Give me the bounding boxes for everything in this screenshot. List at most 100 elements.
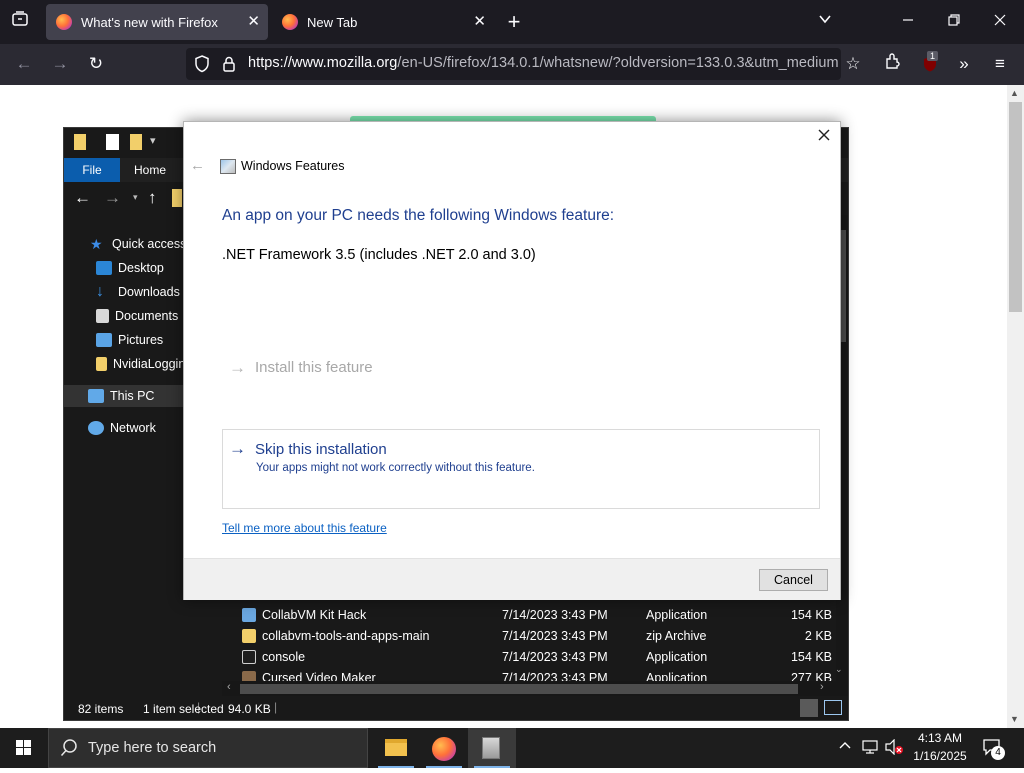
table-row[interactable]: CollabVM Kit Hack 7/14/2023 3:43 PM Appl…	[222, 605, 834, 625]
properties-icon[interactable]	[106, 134, 119, 150]
file-name: CollabVM Kit Hack	[262, 608, 367, 622]
details-view-icon[interactable]	[800, 699, 818, 717]
tab-title: What's new with Firefox	[81, 14, 218, 30]
close-tab-icon[interactable]: ✕	[247, 12, 260, 30]
minimize-button[interactable]	[896, 10, 920, 34]
cancel-button[interactable]: Cancel	[759, 569, 828, 591]
feature-name: .NET Framework 3.5 (includes .NET 2.0 an…	[222, 247, 536, 263]
sidebar-item-label: Pictures	[118, 333, 164, 347]
skip-installation-description: Your apps might not work correctly witho…	[256, 462, 535, 474]
overflow-chevrons-icon[interactable]: »	[952, 52, 976, 76]
table-row[interactable]: collabvm-tools-and-apps-main 7/14/2023 3…	[222, 626, 834, 646]
dialog-close-button[interactable]	[815, 126, 833, 149]
up-icon[interactable]: ↑	[148, 188, 157, 208]
notification-count-badge: 4	[991, 746, 1005, 760]
sidebar-item-label: Documents	[115, 309, 179, 323]
selected-count: 1 item selected	[143, 702, 224, 716]
dialog-heading: An app on your PC needs the following Wi…	[222, 207, 615, 224]
file-type: Application	[646, 671, 708, 681]
ribbon-tab-home[interactable]: Home	[122, 158, 178, 182]
explorer-back-icon[interactable]: ←	[74, 188, 91, 208]
download-icon: ↓	[96, 283, 104, 300]
new-tab-button[interactable]: +	[502, 10, 526, 34]
restore-button[interactable]	[942, 10, 966, 34]
skip-arrow-icon: →	[229, 439, 246, 458]
folder-icon	[96, 357, 107, 371]
tracking-shield-icon[interactable]	[194, 55, 210, 78]
volume-muted-icon[interactable]	[884, 738, 904, 760]
qat-dropdown-icon[interactable]: ▾	[150, 134, 156, 147]
new-folder-icon[interactable]	[130, 134, 142, 150]
taskbar-file-explorer[interactable]	[372, 728, 420, 768]
forward-icon[interactable]: →	[48, 52, 72, 76]
clock-time[interactable]: 4:13 AM	[912, 731, 968, 745]
reload-icon[interactable]: ↻	[84, 52, 108, 76]
url-host: https://www.mozilla.org	[248, 55, 398, 71]
horizontal-scrollbar-thumb[interactable]	[240, 684, 798, 694]
quick-access-toolbar: ▾	[72, 134, 172, 152]
tab-whats-new[interactable]: What's new with Firefox ✕	[46, 4, 268, 40]
search-placeholder: Type here to search	[88, 740, 217, 756]
tab-list-icon[interactable]	[8, 10, 32, 34]
scroll-down-icon[interactable]: ⌄	[835, 664, 843, 675]
start-button[interactable]	[0, 728, 48, 768]
file-size: 154 KB	[790, 650, 832, 664]
recent-dropdown-icon[interactable]: ▾	[133, 192, 138, 203]
ublock-badge: 1	[927, 51, 939, 61]
taskbar-firefox[interactable]	[420, 728, 468, 768]
file-explorer-icon	[385, 739, 407, 756]
status-divider: |	[274, 700, 278, 714]
application-icon	[242, 671, 256, 681]
windows-features-app-icon	[482, 737, 500, 759]
tab-title: New Tab	[307, 14, 358, 30]
desktop-icon	[96, 261, 112, 275]
file-list: CollabVM Kit Hack 7/14/2023 3:43 PM Appl…	[222, 600, 848, 686]
explorer-forward-icon[interactable]: →	[104, 188, 121, 208]
sidebar-item-label: Quick access	[112, 237, 187, 251]
table-row[interactable]: Cursed Video Maker 7/14/2023 3:43 PM App…	[222, 668, 834, 681]
large-icons-view-icon[interactable]	[824, 700, 842, 715]
scroll-down-icon[interactable]: ▼	[1010, 714, 1019, 724]
folder-icon[interactable]	[74, 134, 86, 150]
ublock-icon[interactable]: 1	[920, 51, 940, 74]
ribbon-tab-file[interactable]: File	[64, 158, 120, 182]
url-text[interactable]: https://www.mozilla.org/en-US/firefox/13…	[248, 55, 838, 73]
file-name: collabvm-tools-and-apps-main	[262, 629, 430, 643]
search-icon	[60, 738, 78, 763]
network-icon	[88, 421, 104, 435]
item-count: 82 items	[78, 702, 124, 716]
taskbar-windows-features[interactable]	[468, 728, 516, 768]
documents-icon	[96, 309, 109, 323]
scroll-right-icon[interactable]: ›	[820, 681, 824, 693]
install-feature-label: Install this feature	[255, 359, 373, 376]
app-menu-icon[interactable]: ≡	[988, 52, 1012, 76]
scroll-up-icon[interactable]: ▲	[1010, 88, 1019, 98]
hidden-icons-chevron[interactable]	[838, 739, 852, 758]
table-row[interactable]: console 7/14/2023 3:43 PM Application 15…	[222, 647, 834, 667]
back-icon[interactable]: ←	[12, 52, 36, 76]
scroll-left-icon[interactable]: ‹	[227, 681, 231, 693]
dialog-back-icon[interactable]: ←	[190, 157, 205, 174]
dialog-footer	[184, 558, 840, 600]
bookmark-star-icon[interactable]: ☆	[841, 52, 865, 76]
notification-center-icon[interactable]: 4	[982, 737, 1005, 760]
selected-size: 94.0 KB	[228, 702, 271, 716]
network-tray-icon[interactable]	[862, 739, 880, 760]
install-arrow-icon: →	[229, 358, 246, 377]
chevron-down-icon[interactable]	[813, 10, 837, 34]
address-folder-icon	[172, 189, 182, 207]
close-window-button[interactable]	[988, 10, 1012, 34]
pictures-icon	[96, 333, 112, 347]
file-size: 2 KB	[804, 629, 832, 643]
sidebar-item-label: Desktop	[118, 261, 164, 275]
clock-date[interactable]: 1/16/2025	[908, 749, 972, 763]
tab-new-tab[interactable]: New Tab ✕	[272, 4, 494, 40]
page-scrollbar-thumb[interactable]	[1009, 102, 1022, 312]
status-bar: 82 items | 1 item selected 94.0 KB |	[64, 696, 848, 720]
extensions-icon[interactable]	[881, 52, 905, 76]
close-tab-icon[interactable]: ✕	[473, 12, 486, 30]
tell-me-more-link[interactable]: Tell me more about this feature	[222, 521, 387, 535]
skip-installation-label: Skip this installation	[255, 441, 387, 458]
lock-icon[interactable]	[222, 55, 236, 78]
file-size: 277 KB	[790, 671, 832, 681]
